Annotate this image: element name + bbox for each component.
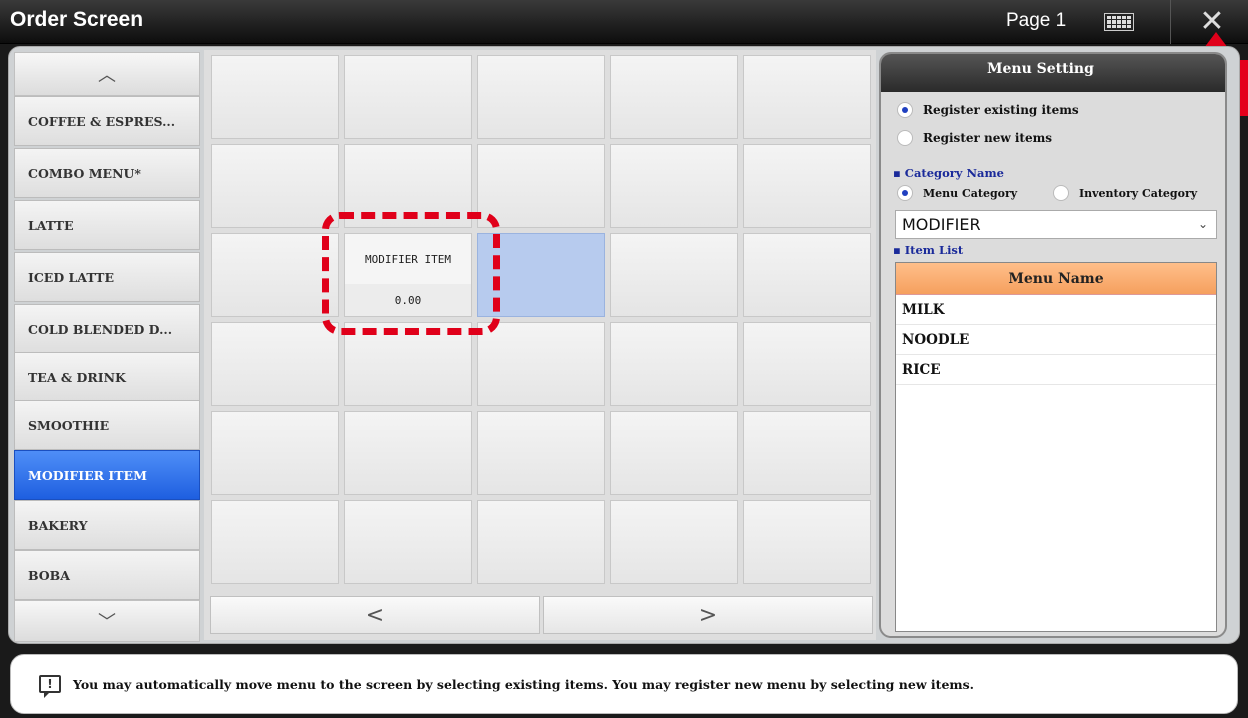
window-title: Order Screen	[10, 8, 144, 31]
category-scroll-down-button[interactable]: ﹀	[14, 600, 200, 642]
category-select-value: MODIFIER	[902, 215, 981, 234]
item-list-heading: ▪ Item List	[893, 243, 964, 257]
grid-cell-empty[interactable]	[477, 411, 605, 495]
grid-cell-empty[interactable]	[211, 55, 339, 139]
category-label: COLD BLENDED D...	[28, 321, 173, 337]
grid-cell-empty[interactable]	[610, 500, 738, 584]
category-item[interactable]: BAKERY	[14, 500, 200, 550]
chevron-right-icon: >	[698, 602, 718, 628]
radio-unselected-icon	[897, 130, 913, 146]
register-existing-radio[interactable]: Register existing items	[897, 102, 1079, 118]
radio-selected-icon	[897, 102, 913, 118]
menu-category-radio[interactable]: Menu Category	[897, 185, 1017, 201]
radio-label: Register new items	[923, 131, 1053, 145]
inventory-category-radio[interactable]: Inventory Category	[1053, 185, 1197, 201]
chevron-up-icon: ︿	[98, 65, 116, 86]
grid-cell-empty[interactable]	[610, 233, 738, 317]
category-label: TEA & DRINK	[28, 369, 126, 385]
radio-label: Menu Category	[923, 186, 1018, 200]
radio-label: Register existing items	[923, 103, 1079, 117]
list-item[interactable]: RICE	[896, 355, 1216, 385]
grid-cell-empty[interactable]	[610, 322, 738, 406]
menu-setting-title: Menu Setting	[881, 54, 1225, 92]
chevron-down-icon: ⌄	[1197, 217, 1208, 231]
grid-cell-empty[interactable]	[477, 55, 605, 139]
register-new-radio[interactable]: Register new items	[897, 130, 1052, 146]
grid-cell-empty[interactable]	[211, 322, 339, 406]
category-label: BAKERY	[28, 517, 88, 533]
list-item[interactable]: NOODLE	[896, 325, 1216, 355]
radio-selected-icon	[897, 185, 913, 201]
category-column: ︿ COFFEE & ESPRES... COMBO MENU* LATTE I…	[14, 52, 200, 642]
grid-cell-empty[interactable]	[211, 411, 339, 495]
grid-cell-empty[interactable]	[743, 500, 871, 584]
category-label: ICED LATTE	[28, 269, 115, 285]
category-label: COFFEE & ESPRES...	[28, 113, 176, 129]
grid-prev-page-button[interactable]: <	[210, 596, 540, 634]
grid-cell-empty[interactable]	[477, 500, 605, 584]
grid-cell-empty[interactable]	[211, 500, 339, 584]
category-scroll-up-button[interactable]: ︿	[14, 52, 200, 96]
title-bar: Order Screen Page 1 ✕	[0, 0, 1248, 44]
grid-cell-empty[interactable]	[211, 144, 339, 228]
menu-setting-panel: Menu Setting Register existing items Reg…	[879, 52, 1227, 638]
grid-cell-empty[interactable]	[344, 500, 472, 584]
category-item[interactable]: COFFEE & ESPRES...	[14, 96, 200, 146]
chevron-down-icon: ﹀	[98, 612, 116, 633]
grid-cell-empty[interactable]	[743, 144, 871, 228]
grid-next-page-button[interactable]: >	[543, 596, 873, 634]
category-name-heading: ▪ Category Name	[893, 166, 1004, 180]
grid-cell-empty[interactable]	[743, 233, 871, 317]
grid-cell-empty[interactable]	[610, 411, 738, 495]
category-item[interactable]: SMOOTHIE	[14, 400, 200, 450]
category-item[interactable]: COMBO MENU*	[14, 148, 200, 198]
grid-cell-empty[interactable]	[610, 55, 738, 139]
radio-label: Inventory Category	[1079, 186, 1198, 200]
message-text: You may automatically move menu to the s…	[73, 677, 975, 692]
radio-unselected-icon	[1053, 185, 1069, 201]
grid-cell-empty[interactable]	[344, 55, 472, 139]
grid-cell-empty[interactable]	[477, 144, 605, 228]
grid-cell-empty[interactable]	[743, 322, 871, 406]
category-item[interactable]: LATTE	[14, 200, 200, 250]
item-list: Menu Name MILK NOODLE RICE	[895, 262, 1217, 632]
list-item[interactable]: MILK	[896, 295, 1216, 325]
category-label: LATTE	[28, 217, 74, 233]
grid-cell-empty[interactable]	[610, 144, 738, 228]
category-label: BOBA	[28, 567, 70, 583]
category-label: MODIFIER ITEM	[28, 467, 147, 483]
chevron-left-icon: <	[365, 602, 385, 628]
message-bar: ! You may automatically move menu to the…	[10, 654, 1238, 714]
message-icon: !	[39, 675, 61, 698]
category-label: COMBO MENU*	[28, 165, 141, 181]
page-indicator: Page 1	[1006, 10, 1067, 31]
grid-cell-empty[interactable]	[743, 411, 871, 495]
keyboard-icon[interactable]	[1104, 13, 1134, 31]
highlight-annotation	[322, 212, 500, 335]
grid-cell-empty[interactable]	[743, 55, 871, 139]
category-item-active[interactable]: MODIFIER ITEM	[14, 450, 200, 500]
grid-cell-empty[interactable]	[344, 411, 472, 495]
title-divider	[1170, 0, 1171, 44]
item-list-header: Menu Name	[896, 263, 1216, 295]
category-item[interactable]: BOBA	[14, 550, 200, 600]
grid-cell-empty[interactable]	[211, 233, 339, 317]
category-label: SMOOTHIE	[28, 417, 110, 433]
category-select[interactable]: MODIFIER ⌄	[895, 210, 1217, 239]
category-item[interactable]: COLD BLENDED D...	[14, 304, 200, 354]
category-item[interactable]: TEA & DRINK	[14, 352, 200, 402]
category-item[interactable]: ICED LATTE	[14, 252, 200, 302]
grid-cell-empty[interactable]	[477, 322, 605, 406]
